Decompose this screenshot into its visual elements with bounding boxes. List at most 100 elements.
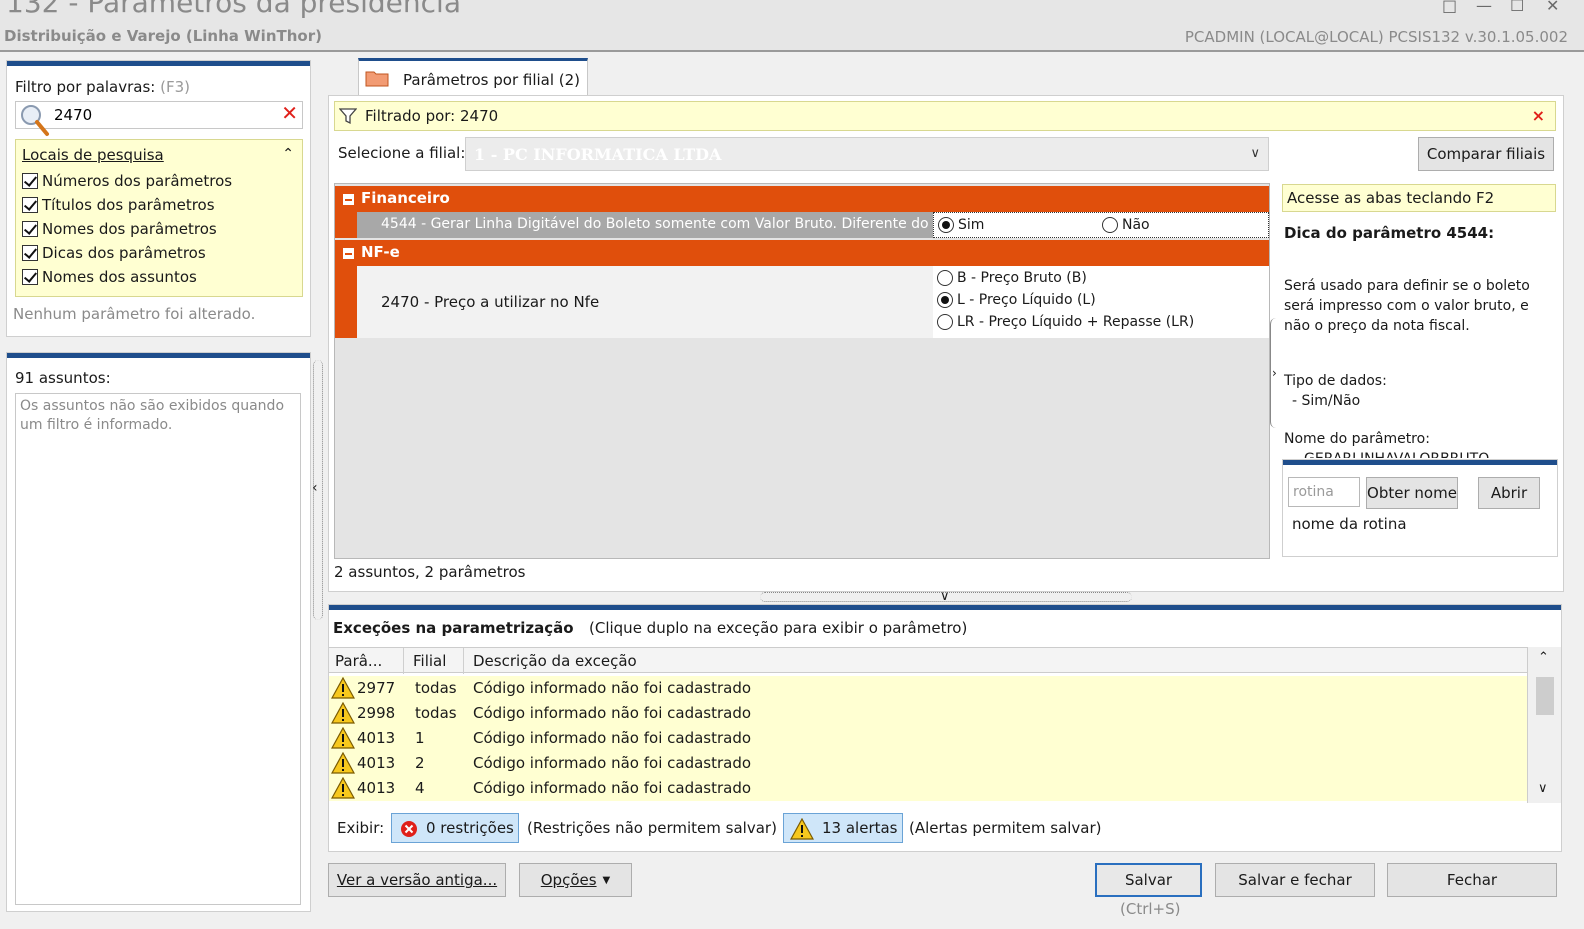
table-row[interactable]: 2998 todas Código informado não foi cada… — [329, 701, 1527, 726]
open-button[interactable]: Abrir — [1478, 477, 1540, 509]
close-button[interactable]: Fechar — [1387, 863, 1557, 897]
option-preco-liquido[interactable]: L - Preço Líquido (L) — [937, 292, 1096, 308]
radio-button[interactable] — [937, 292, 953, 308]
filter-shortcut: (F3) — [160, 78, 191, 96]
panel-accent — [7, 353, 310, 358]
table-row[interactable]: 4013 1 Código informado não foi cadastra… — [329, 726, 1527, 751]
restore-icon[interactable]: □ — [1442, 0, 1457, 15]
tab-label: Parâmetros por filial (2) — [403, 71, 581, 89]
restrictions-toggle[interactable]: 0 restrições — [391, 813, 519, 843]
subjects-note: Os assuntos não são exibidos quando um f… — [20, 398, 285, 433]
compare-branches-button[interactable]: Comparar filiais — [1418, 137, 1554, 171]
checkbox[interactable] — [22, 197, 38, 213]
cell-param: 4013 — [357, 754, 396, 772]
table-header: Parâ... Filial Descrição da exceção — [329, 647, 1527, 674]
column-divider[interactable] — [403, 648, 404, 674]
option-subject-names[interactable]: Nomes dos assuntos — [22, 266, 197, 288]
exceptions-scrollbar[interactable]: ⌃ ∨ — [1527, 647, 1561, 803]
tip-name-value: GERARLINHAVALORBRUTO — [1304, 451, 1489, 458]
option-label: L - Preço Líquido (L) — [957, 292, 1096, 308]
branch-select[interactable]: 1 - PC INFORMATICA LTDA ∨ — [465, 137, 1269, 171]
restrictions-label: 0 restrições — [426, 819, 514, 837]
get-name-button[interactable]: Obter nome — [1366, 477, 1458, 509]
table-row[interactable]: 4013 2 Código informado não foi cadastra… — [329, 751, 1527, 776]
tabs-hint-text: Acesse as abas teclando F2 — [1287, 189, 1495, 207]
cell-branch: 1 — [415, 729, 425, 747]
clear-filter-icon[interactable]: ✕ — [281, 101, 298, 125]
radio-button[interactable] — [937, 270, 953, 286]
column-divider[interactable] — [463, 648, 464, 674]
scroll-thumb[interactable] — [1536, 677, 1554, 715]
subjects-list[interactable]: Os assuntos não são exibidos quando um f… — [15, 393, 301, 905]
table-row[interactable]: 2977 todas Código informado não foi cada… — [329, 676, 1527, 701]
header-branch[interactable]: Filial — [413, 652, 463, 670]
option-param-numbers[interactable]: Números dos parâmetros — [22, 170, 232, 192]
filter-box[interactable]: ✕ — [15, 101, 303, 136]
maximize-icon[interactable]: ☐ — [1510, 0, 1524, 15]
group-nfe[interactable]: NF-e — [335, 240, 1269, 266]
option-sim[interactable]: Sim — [938, 217, 984, 233]
option-nao[interactable]: Não — [1102, 217, 1150, 233]
options-button[interactable]: Opções ▼ — [519, 863, 632, 897]
cell-description: Código informado não foi cadastrado — [473, 704, 752, 722]
tip-name-label: Nome do parâmetro: — [1284, 431, 1430, 447]
alerts-toggle[interactable]: 13 alertas — [783, 813, 903, 843]
minimize-icon[interactable]: — — [1476, 0, 1492, 15]
option-label: Nomes dos parâmetros — [42, 220, 217, 238]
window-title: 132 - Parâmetros da presidência — [6, 0, 461, 19]
header-description[interactable]: Descrição da exceção — [473, 652, 873, 670]
checkbox[interactable] — [22, 245, 38, 261]
option-param-titles[interactable]: Títulos dos parâmetros — [22, 194, 215, 216]
group-stripe — [335, 212, 357, 238]
checkbox[interactable] — [22, 221, 38, 237]
filter-input[interactable] — [54, 105, 264, 125]
cell-param: 4013 — [357, 729, 396, 747]
scroll-up-icon[interactable]: ⌃ — [1538, 650, 1549, 665]
tab-params-by-branch[interactable]: Parâmetros por filial (2) — [358, 58, 588, 96]
scroll-down-icon[interactable]: ∨ — [1538, 781, 1548, 796]
chevron-down-icon[interactable]: ∨ — [940, 589, 950, 604]
header-param[interactable]: Parâ... — [335, 652, 399, 670]
remove-filter-icon[interactable]: × — [1532, 106, 1545, 125]
param-row-2470[interactable]: 2470 - Preço a utilizar no Nfe B - Preço… — [357, 266, 1269, 338]
option-label: Sim — [958, 217, 985, 233]
warning-icon — [331, 777, 355, 799]
tip-type-label: Tipo de dados: — [1284, 373, 1387, 389]
filter-panel: Filtro por palavras: (F3) ✕ Locais de pe… — [6, 60, 311, 337]
folder-icon — [365, 71, 389, 87]
radio-button[interactable] — [938, 217, 954, 233]
collapse-icon[interactable]: ⌃ — [282, 146, 294, 162]
save-and-close-button[interactable]: Salvar e fechar — [1215, 863, 1375, 897]
chevron-right-icon[interactable]: › — [1272, 366, 1277, 380]
collapse-group-icon[interactable] — [343, 194, 354, 205]
rotina-input[interactable] — [1288, 477, 1360, 507]
exceptions-rows: 2977 todas Código informado não foi cada… — [329, 676, 1527, 803]
grid-status: 2 assuntos, 2 parâmetros — [334, 563, 526, 581]
option-param-names[interactable]: Nomes dos parâmetros — [22, 218, 217, 240]
table-row[interactable]: 4013 4 Código informado não foi cadastra… — [329, 776, 1527, 801]
collapse-group-icon[interactable] — [343, 248, 354, 259]
radio-button[interactable] — [937, 314, 953, 330]
old-version-button[interactable]: Ver a versão antiga... — [328, 863, 506, 897]
param-row-4544[interactable]: 4544 - Gerar Linha Digitável do Boleto s… — [357, 212, 1269, 238]
param-options: Sim Não — [933, 212, 1269, 238]
option-param-tips[interactable]: Dicas dos parâmetros — [22, 242, 206, 264]
cell-description: Código informado não foi cadastrado — [473, 679, 752, 697]
save-button[interactable]: Salvar — [1095, 863, 1202, 897]
filter-label-text: Filtro por palavras: — [15, 78, 156, 96]
radio-button[interactable] — [1102, 217, 1118, 233]
checkbox[interactable] — [22, 269, 38, 285]
search-locations-title[interactable]: Locais de pesquisa — [22, 146, 164, 164]
exceptions-hint: (Clique duplo na exceção para exibir o p… — [589, 619, 968, 637]
chevron-left-icon[interactable]: ‹ — [312, 480, 318, 496]
option-preco-liquido-repasse[interactable]: LR - Preço Líquido + Repasse (LR) — [937, 314, 1194, 330]
filter-label: Filtro por palavras: (F3) — [15, 78, 190, 96]
restrictions-note: (Restrições não permitem salvar) — [527, 819, 777, 837]
group-financeiro[interactable]: Financeiro — [335, 186, 1269, 212]
option-label: Nomes dos assuntos — [42, 268, 197, 286]
close-window-icon[interactable]: ✕ — [1546, 0, 1559, 15]
checkbox[interactable] — [22, 173, 38, 189]
option-preco-bruto[interactable]: B - Preço Bruto (B) — [937, 270, 1087, 286]
alerts-label: 13 alertas — [822, 819, 898, 837]
cell-branch: 2 — [415, 754, 425, 772]
